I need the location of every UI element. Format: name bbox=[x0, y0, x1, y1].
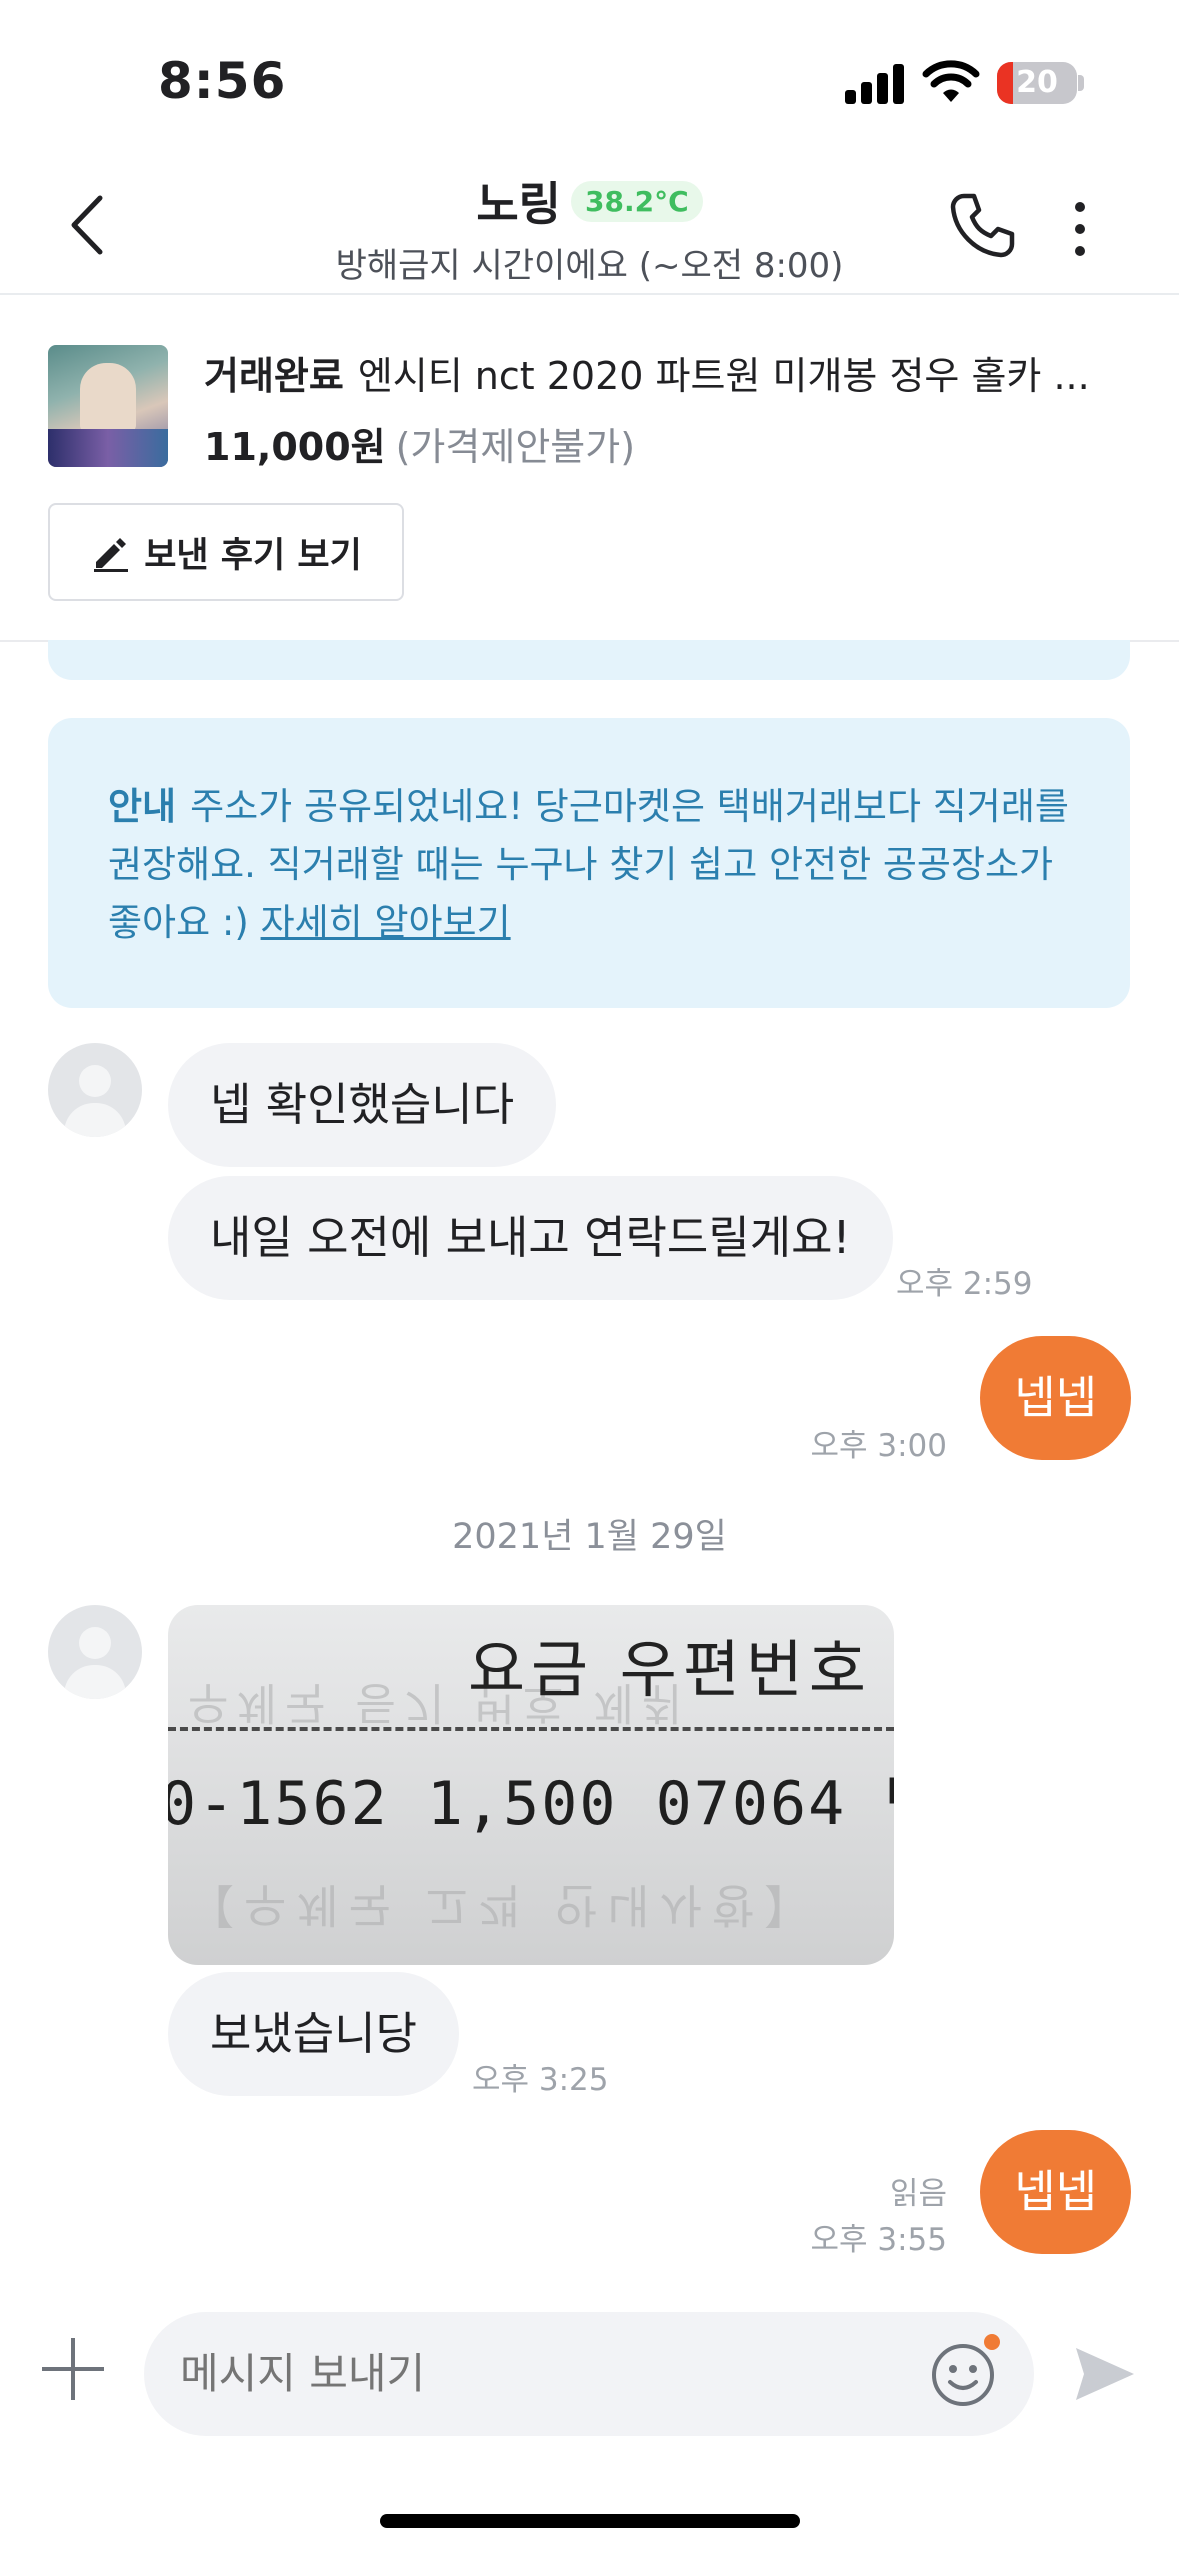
trade-status: 거래완료 bbox=[204, 354, 344, 398]
cellular-signal-icon bbox=[845, 62, 905, 104]
photo-text-row2: 0-1562 1,500 07064 박 bbox=[168, 1769, 894, 1839]
message-time: 오후 3:25 bbox=[472, 2062, 609, 2098]
nickname[interactable]: 노링 bbox=[476, 177, 561, 231]
emoji-icon[interactable] bbox=[930, 2342, 996, 2408]
avatar[interactable] bbox=[48, 1043, 142, 1137]
read-receipt: 읽음 bbox=[889, 2176, 947, 2212]
avatar[interactable] bbox=[48, 1605, 142, 1699]
battery-icon: 20 bbox=[997, 62, 1077, 104]
battery-level: 20 bbox=[1016, 65, 1058, 100]
previous-notice-bottom bbox=[48, 640, 1130, 680]
product-thumbnail[interactable] bbox=[48, 345, 168, 467]
message-bubble-received[interactable]: 넵 확인했습니다 bbox=[168, 1043, 557, 1167]
message-time: 오후 3:55 bbox=[810, 2222, 947, 2258]
product-title: 엔시티 nct 2020 파트원 미개봉 정우 홀카 ... bbox=[357, 354, 1090, 398]
home-indicator bbox=[380, 2514, 800, 2528]
product-price: 11,000원 bbox=[204, 425, 386, 469]
product-price-line: 11,000원 (가격제안불가) bbox=[204, 416, 635, 471]
emoji-new-dot bbox=[984, 2334, 1000, 2350]
notice-learn-more-link[interactable]: 자세히 알아보기 bbox=[261, 901, 511, 944]
message-bubble-received[interactable]: 내일 오전에 보내고 연락드릴게요! bbox=[168, 1176, 893, 1300]
notice-tag: 안내 bbox=[108, 785, 177, 828]
message-bubble-sent[interactable]: 넵넵 bbox=[980, 2130, 1131, 2254]
notice-box: 안내 주소가 공유되었네요! 당근마켓은 택배거래보다 직거래를 권장해요. 직거… bbox=[48, 718, 1130, 1008]
message-bubble-received[interactable]: 보냈습니당 bbox=[168, 1972, 460, 2096]
battery-nub bbox=[1078, 75, 1084, 91]
message-time: 오후 3:00 bbox=[810, 1428, 947, 1464]
more-vertical-icon[interactable] bbox=[1068, 198, 1092, 260]
status-time: 8:56 bbox=[158, 52, 287, 110]
wifi-icon bbox=[922, 60, 980, 102]
product-title-line[interactable]: 거래완료 엔시티 nct 2020 파트원 미개봉 정우 홀카 ... bbox=[204, 345, 1124, 400]
price-negotiable: (가격제안불가) bbox=[395, 425, 636, 469]
message-input[interactable] bbox=[144, 2312, 1034, 2436]
header-divider bbox=[0, 293, 1179, 295]
date-divider: 2021년 1월 29일 bbox=[452, 1517, 727, 1557]
review-button-label: 보낸 후기 보기 bbox=[144, 535, 362, 576]
manner-temperature-badge: 38.2°C bbox=[571, 180, 703, 222]
send-icon[interactable] bbox=[1072, 2342, 1138, 2406]
pencil-icon bbox=[94, 538, 129, 572]
view-sent-review-button[interactable]: 보낸 후기 보기 bbox=[48, 503, 404, 601]
message-bubble-sent[interactable]: 넵넵 bbox=[980, 1336, 1131, 1460]
photo-dash-line bbox=[168, 1727, 894, 1737]
photo-text-row1: 요금 우편번호 bbox=[468, 1633, 872, 1706]
message-photo[interactable]: 우체국 등기 번호 제취 요금 우편번호 0-1562 1,500 07064 … bbox=[168, 1605, 894, 1965]
phone-icon[interactable] bbox=[948, 192, 1016, 260]
plus-icon[interactable] bbox=[42, 2338, 104, 2400]
message-time: 오후 2:59 bbox=[896, 1266, 1033, 1302]
photo-ghost-text: 【우체국 고객 안내사항】 bbox=[188, 1878, 821, 1932]
notice-text: 주소가 공유되었네요! 당근마켓은 택배거래보다 직거래를 권장해요. 직거래할… bbox=[108, 785, 1069, 944]
